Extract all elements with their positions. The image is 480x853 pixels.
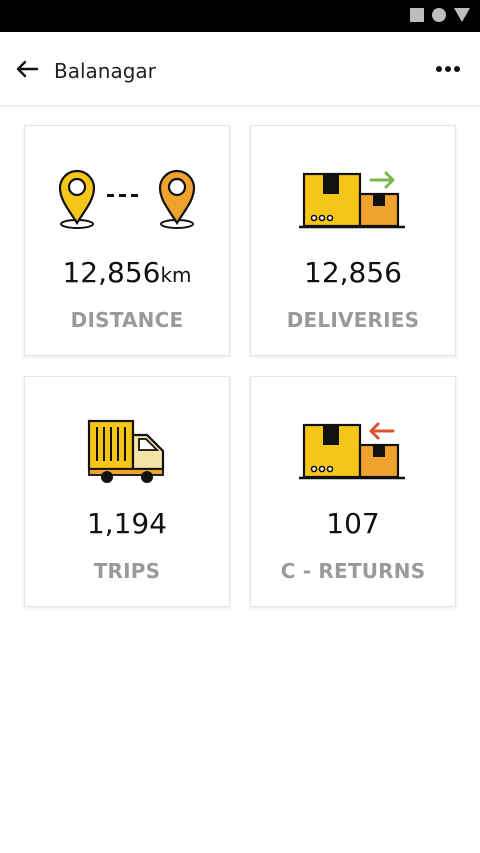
deliveries-label: DELIVERIES (286, 308, 420, 332)
truck-icon (25, 415, 229, 483)
page-title: Balanagar (54, 59, 156, 83)
circle-icon (432, 8, 446, 22)
distance-label: DISTANCE (70, 308, 184, 332)
boxes-arrow-left-icon (251, 415, 455, 483)
c-returns-value: 107 (326, 507, 380, 540)
deliveries-card[interactable]: 12,856 DELIVERIES (250, 125, 456, 356)
arrow-left-icon (16, 60, 39, 78)
app-bar: Balanagar (0, 32, 480, 106)
trips-value: 1,194 (86, 507, 168, 540)
trips-card[interactable]: 1,194 TRIPS (24, 376, 230, 607)
more-options-button[interactable] (434, 57, 462, 81)
distance-card[interactable]: 12,856km DISTANCE (24, 125, 230, 356)
status-bar (0, 0, 480, 32)
deliveries-value: 12,856 (304, 256, 402, 289)
boxes-arrow-right-icon (251, 164, 455, 232)
c-returns-card[interactable]: 107 C - RETURNS (250, 376, 456, 607)
more-horizontal-icon (436, 66, 460, 72)
triangle-icon (454, 8, 470, 22)
distance-unit: km (160, 263, 192, 287)
c-returns-label: C - RETURNS (280, 559, 426, 583)
system-nav-icons (410, 8, 470, 22)
back-button[interactable] (12, 56, 42, 82)
distance-icon (25, 164, 229, 232)
distance-value: 12,856km (62, 256, 192, 289)
square-icon (410, 8, 424, 22)
trips-label: TRIPS (93, 559, 161, 583)
